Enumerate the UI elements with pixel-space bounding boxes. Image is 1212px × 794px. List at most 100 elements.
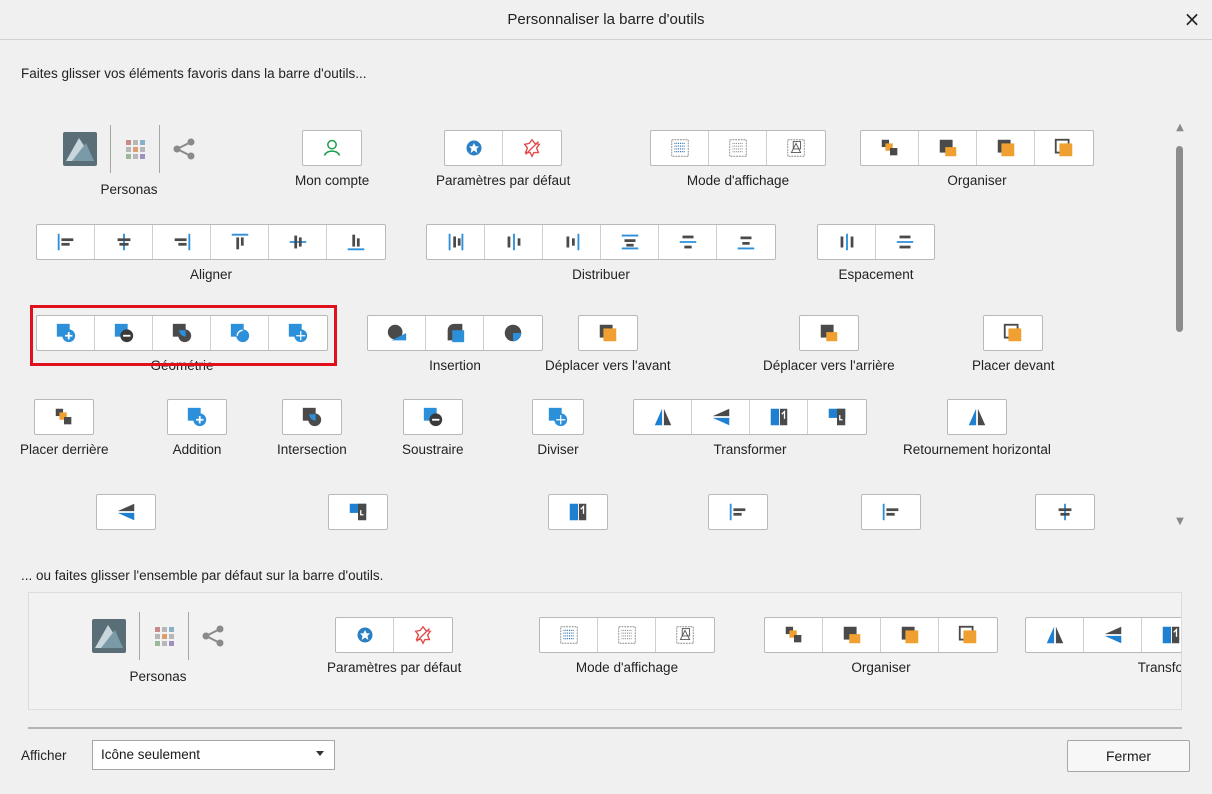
item-intersection[interactable]: Intersection	[277, 399, 347, 457]
send-back-icon[interactable]	[35, 400, 93, 434]
distribute-right-icon[interactable]	[543, 225, 601, 259]
item-soustraire[interactable]: Soustraire	[402, 399, 464, 457]
view-retina-icon[interactable]	[709, 131, 767, 165]
item-distribuer[interactable]: Distribuer	[426, 224, 776, 282]
toolbar-items-area: Personas Mon compte Paramètres par défau…	[20, 102, 1160, 538]
geometry-add-icon[interactable]	[37, 316, 95, 350]
item-personas[interactable]: Personas	[62, 124, 196, 197]
item-diviser[interactable]: Diviser	[532, 399, 584, 457]
item-aligner[interactable]: Aligner	[36, 224, 386, 282]
rotate-left-single-icon[interactable]	[549, 495, 607, 529]
item-rotate-left[interactable]	[548, 494, 608, 530]
geometry-subtract-icon[interactable]	[95, 316, 153, 350]
rotate-left-icon[interactable]	[750, 400, 808, 434]
scroll-thumb[interactable]	[1176, 146, 1183, 332]
align-center-single-icon[interactable]	[1036, 495, 1094, 529]
account-icon[interactable]	[303, 131, 361, 165]
align-top-icon[interactable]	[211, 225, 269, 259]
flip-vertical-icon[interactable]	[692, 400, 750, 434]
title-bar: Personnaliser la barre d'outils ×	[0, 0, 1212, 40]
view-outline-icon[interactable]	[767, 131, 825, 165]
item-organiser[interactable]: Organiser	[860, 130, 1094, 188]
item-placer-derriere[interactable]: Placer derrière	[20, 399, 109, 457]
default-toolbar-set[interactable]: Personas Paramètres par défaut Mode d'af…	[28, 592, 1182, 710]
soustraire-label: Soustraire	[402, 442, 464, 457]
add-icon[interactable]	[168, 400, 226, 434]
item-espacement[interactable]: Espacement	[817, 224, 935, 282]
align-left-alt-icon[interactable]	[862, 495, 920, 529]
view-pixel-icon[interactable]	[651, 131, 709, 165]
scrollbar[interactable]: ▲ ▼	[1167, 118, 1193, 536]
distribute-center-icon[interactable]	[485, 225, 543, 259]
insert-top-icon[interactable]	[426, 316, 484, 350]
bring-to-front-icon	[939, 618, 997, 652]
geometry-xor-icon[interactable]	[211, 316, 269, 350]
reset-defaults-icon[interactable]	[503, 131, 561, 165]
item-rotate-right[interactable]	[328, 494, 388, 530]
align-left-icon[interactable]	[37, 225, 95, 259]
item-mon-compte[interactable]: Mon compte	[295, 130, 369, 188]
align-center-v-icon[interactable]	[269, 225, 327, 259]
close-icon[interactable]: ×	[1180, 6, 1204, 32]
distribute-top-icon[interactable]	[601, 225, 659, 259]
rotate-right-icon[interactable]	[808, 400, 866, 434]
item-align-left-single[interactable]	[708, 494, 768, 530]
close-button[interactable]: Fermer	[1067, 740, 1190, 772]
align-bottom-icon[interactable]	[327, 225, 385, 259]
scroll-down-icon[interactable]: ▼	[1174, 516, 1186, 528]
display-mode-select[interactable]: Icône seulement	[92, 740, 335, 770]
persona-pixel-icon	[152, 624, 176, 648]
item-insertion[interactable]: Insertion	[367, 315, 543, 373]
distribute-left-icon[interactable]	[427, 225, 485, 259]
forward-one-icon[interactable]	[977, 131, 1035, 165]
item-mode-affichage[interactable]: Mode d'affichage	[650, 130, 826, 188]
space-vertical-icon[interactable]	[876, 225, 934, 259]
chevron-down-icon	[316, 751, 324, 756]
insert-inside-icon[interactable]	[484, 316, 542, 350]
item-deplacer-arriere[interactable]: Déplacer vers l'arrière	[763, 315, 895, 373]
bring-to-front-icon[interactable]	[1035, 131, 1093, 165]
item-align-center-single[interactable]	[1035, 494, 1095, 530]
divide-icon[interactable]	[533, 400, 583, 434]
intersect-icon[interactable]	[283, 400, 341, 434]
item-flip-vertical[interactable]	[96, 494, 156, 530]
flip-horizontal-single-icon[interactable]	[948, 400, 1006, 434]
back-one-icon[interactable]	[919, 131, 977, 165]
default-organiser: Organiser	[764, 617, 998, 675]
move-forward-icon[interactable]	[579, 316, 637, 350]
item-retournement[interactable]: Retournement horizontal	[903, 399, 1051, 457]
item-align-left-alt[interactable]	[861, 494, 921, 530]
flip-vertical-single-icon[interactable]	[97, 495, 155, 529]
send-to-back-icon	[765, 618, 823, 652]
item-geometrie[interactable]: Géométrie	[36, 315, 328, 373]
default-personas: Personas	[91, 611, 225, 684]
distribute-bottom-icon[interactable]	[717, 225, 775, 259]
defaults-gear-icon[interactable]	[445, 131, 504, 165]
align-center-h-icon[interactable]	[95, 225, 153, 259]
geometrie-label: Géométrie	[150, 358, 214, 373]
scroll-up-icon[interactable]: ▲	[1174, 122, 1186, 134]
reset-defaults-icon	[394, 618, 452, 652]
bring-front-icon[interactable]	[984, 316, 1042, 350]
item-deplacer-avant[interactable]: Déplacer vers l'avant	[545, 315, 671, 373]
space-horizontal-icon[interactable]	[818, 225, 876, 259]
flip-horizontal-icon[interactable]	[634, 400, 692, 434]
insert-behind-icon[interactable]	[368, 316, 426, 350]
retournement-label: Retournement horizontal	[903, 442, 1051, 457]
item-addition[interactable]: Addition	[167, 399, 227, 457]
distribute-middle-icon[interactable]	[659, 225, 717, 259]
item-parametres[interactable]: Paramètres par défaut	[436, 130, 570, 188]
personas-label: Personas	[100, 182, 158, 197]
align-left-single-icon[interactable]	[709, 495, 767, 529]
move-back-icon[interactable]	[800, 316, 858, 350]
distribuer-label: Distribuer	[572, 267, 630, 282]
default-mode-affichage: Mode d'affichage	[539, 617, 715, 675]
geometry-divide-icon[interactable]	[269, 316, 327, 350]
item-placer-devant[interactable]: Placer devant	[972, 315, 1055, 373]
rotate-right-single-icon[interactable]	[329, 495, 387, 529]
subtract-icon[interactable]	[404, 400, 462, 434]
send-to-back-icon[interactable]	[861, 131, 919, 165]
geometry-intersect-icon[interactable]	[153, 316, 211, 350]
item-transformer[interactable]: Transformer	[633, 399, 867, 457]
align-right-icon[interactable]	[153, 225, 211, 259]
